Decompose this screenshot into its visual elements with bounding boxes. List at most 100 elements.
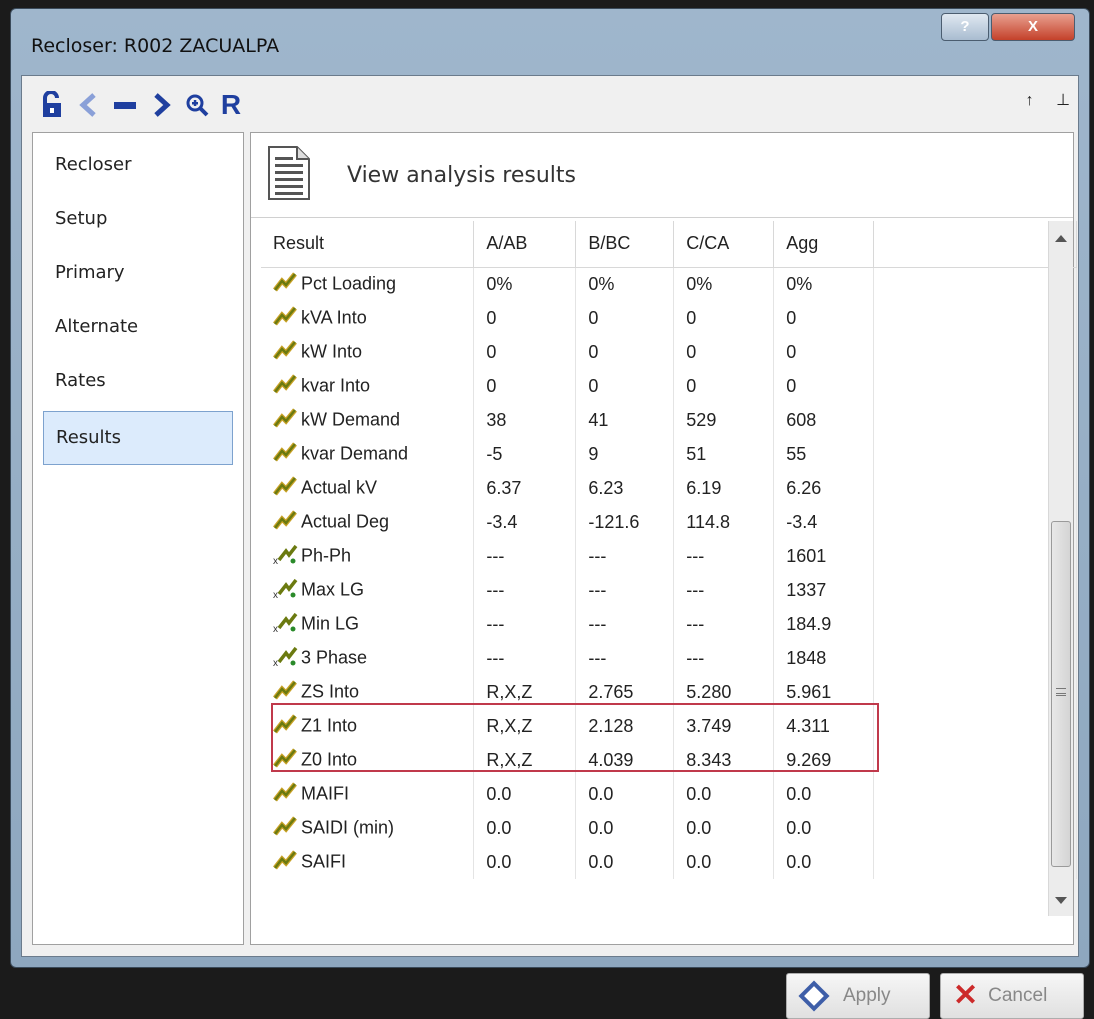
b-cell: 6.23 [575,471,675,505]
scroll-up-icon[interactable] [1055,235,1067,242]
r-icon[interactable]: R [216,89,246,120]
table-row[interactable]: Z0 Into R,X,Z 4.039 8.343 9.269 [261,743,1077,777]
minus-icon[interactable] [110,90,140,120]
result-name-cell: Z0 Into [261,743,475,777]
table-row[interactable]: ZS Into R,X,Z 2.765 5.280 5.961 [261,675,1077,709]
result-icon [273,509,301,535]
column-header-result[interactable]: Result [261,221,475,268]
table-row[interactable]: MAIFI 0.0 0.0 0.0 0.0 [261,777,1077,811]
result-name-label: Z1 Into [301,714,358,735]
nav-panel: Recloser Setup Primary Alternate Rates R… [32,132,244,945]
nav-item-primary[interactable]: Primary [43,249,233,297]
cancel-button[interactable]: ✕ Cancel [940,973,1084,1019]
c-cell: 114.8 [673,505,775,539]
table-row[interactable]: kW Into 0 0 0 0 [261,335,1077,369]
column-header-c[interactable]: C/CA [673,221,775,268]
pin-icon[interactable]: ⊥ [1056,92,1070,109]
table-row[interactable]: kvar Demand -5 9 51 55 [261,437,1077,471]
results-panel: View analysis results Result A/AB B/BC C… [250,132,1077,945]
table-row[interactable]: Pct Loading 0% 0% 0% 0% [261,267,1077,301]
result-name-cell: MAIFI [261,777,475,811]
result-name-cell: Actual Deg [261,505,475,539]
nav-item-recloser[interactable]: Recloser [43,141,233,189]
close-button[interactable]: X [991,13,1075,41]
agg-cell: 1601 [773,539,875,573]
apply-button[interactable]: Apply [786,973,930,1019]
grid-header-row: Result A/AB B/BC C/CA Agg [261,221,1077,268]
table-row[interactable]: x Max LG --- --- --- 1337 [261,573,1077,607]
c-cell: 0% [673,267,775,301]
title-bar[interactable]: Recloser: R002 ZACUALPA ? X [11,9,1089,75]
result-name-cell: kvar Demand [261,437,475,471]
agg-cell: 0 [773,301,875,335]
table-row[interactable]: Z1 Into R,X,Z 2.128 3.749 4.311 [261,709,1077,743]
table-row[interactable]: Actual Deg -3.4 -121.6 114.8 -3.4 [261,505,1077,539]
a-cell: R,X,Z [473,675,577,709]
result-name-cell: x Ph-Ph [261,539,475,573]
b-cell: --- [575,573,675,607]
c-cell: 0.0 [673,811,775,845]
result-icon [273,679,301,705]
move-up-icon[interactable]: ↑ [1026,92,1034,109]
result-name-cell: kW Into [261,335,475,369]
nav-item-results[interactable]: Results [43,411,233,465]
column-header-b[interactable]: B/BC [575,221,675,268]
c-cell: 3.749 [673,709,775,743]
blank-cell [873,709,1077,743]
table-row[interactable]: SAIFI 0.0 0.0 0.0 0.0 [261,845,1077,879]
column-header-blank [873,221,1077,268]
nav-item-setup[interactable]: Setup [43,195,233,243]
c-cell: --- [673,641,775,675]
result-name-cell: Actual kV [261,471,475,505]
prev-icon[interactable] [74,90,104,120]
b-cell: --- [575,607,675,641]
help-button[interactable]: ? [941,13,989,41]
fault-icon: x [273,645,301,672]
blank-cell [873,675,1077,709]
next-icon[interactable] [146,90,176,120]
blank-cell [873,301,1077,335]
result-icon [273,441,301,467]
c-cell: 0 [673,335,775,369]
result-name-label: Min LG [301,612,360,633]
result-icon [273,305,301,331]
a-cell: 6.37 [473,471,577,505]
lock-icon[interactable] [38,90,68,120]
nav-item-rates[interactable]: Rates [43,357,233,405]
result-name-label: Actual Deg [301,510,390,531]
cancel-label: Cancel [988,985,1048,1006]
result-name-label: MAIFI [301,782,349,803]
fault-icon: x [273,543,301,570]
c-cell: --- [673,573,775,607]
column-header-agg[interactable]: Agg [773,221,875,268]
table-row[interactable]: x Ph-Ph --- --- --- 1601 [261,539,1077,573]
blank-cell [873,641,1077,675]
results-grid[interactable]: Result A/AB B/BC C/CA Agg Pct Loading 0% 0… [261,221,1077,916]
result-name-label: Ph-Ph [301,544,352,565]
table-row[interactable]: kVA Into 0 0 0 0 [261,301,1077,335]
table-row[interactable]: kvar Into 0 0 0 0 [261,369,1077,403]
table-row[interactable]: x3 Phase --- --- --- 1848 [261,641,1077,675]
scroll-down-icon[interactable] [1055,897,1067,904]
result-name-label: Actual kV [301,476,378,497]
column-header-a[interactable]: A/AB [473,221,577,268]
table-row[interactable]: Actual kV 6.37 6.23 6.19 6.26 [261,471,1077,505]
scroll-thumb[interactable] [1051,521,1071,867]
agg-cell: 184.9 [773,607,875,641]
c-cell: --- [673,607,775,641]
agg-cell: 6.26 [773,471,875,505]
a-cell: 0 [473,369,577,403]
svg-text:x: x [273,556,278,565]
table-row[interactable]: kW Demand 38 41 529 608 [261,403,1077,437]
result-name-cell: x Min LG [261,607,475,641]
zoom-icon[interactable] [182,90,212,120]
window-title: Recloser: R002 ZACUALPA [31,35,280,57]
a-cell: --- [473,641,577,675]
result-name-cell: kW Demand [261,403,475,437]
vertical-scrollbar[interactable] [1048,221,1073,916]
nav-item-alternate[interactable]: Alternate [43,303,233,351]
table-row[interactable]: x Min LG --- --- --- 184.9 [261,607,1077,641]
table-row[interactable]: SAIDI (min) 0.0 0.0 0.0 0.0 [261,811,1077,845]
agg-cell: 4.311 [773,709,875,743]
c-cell: 529 [673,403,775,437]
